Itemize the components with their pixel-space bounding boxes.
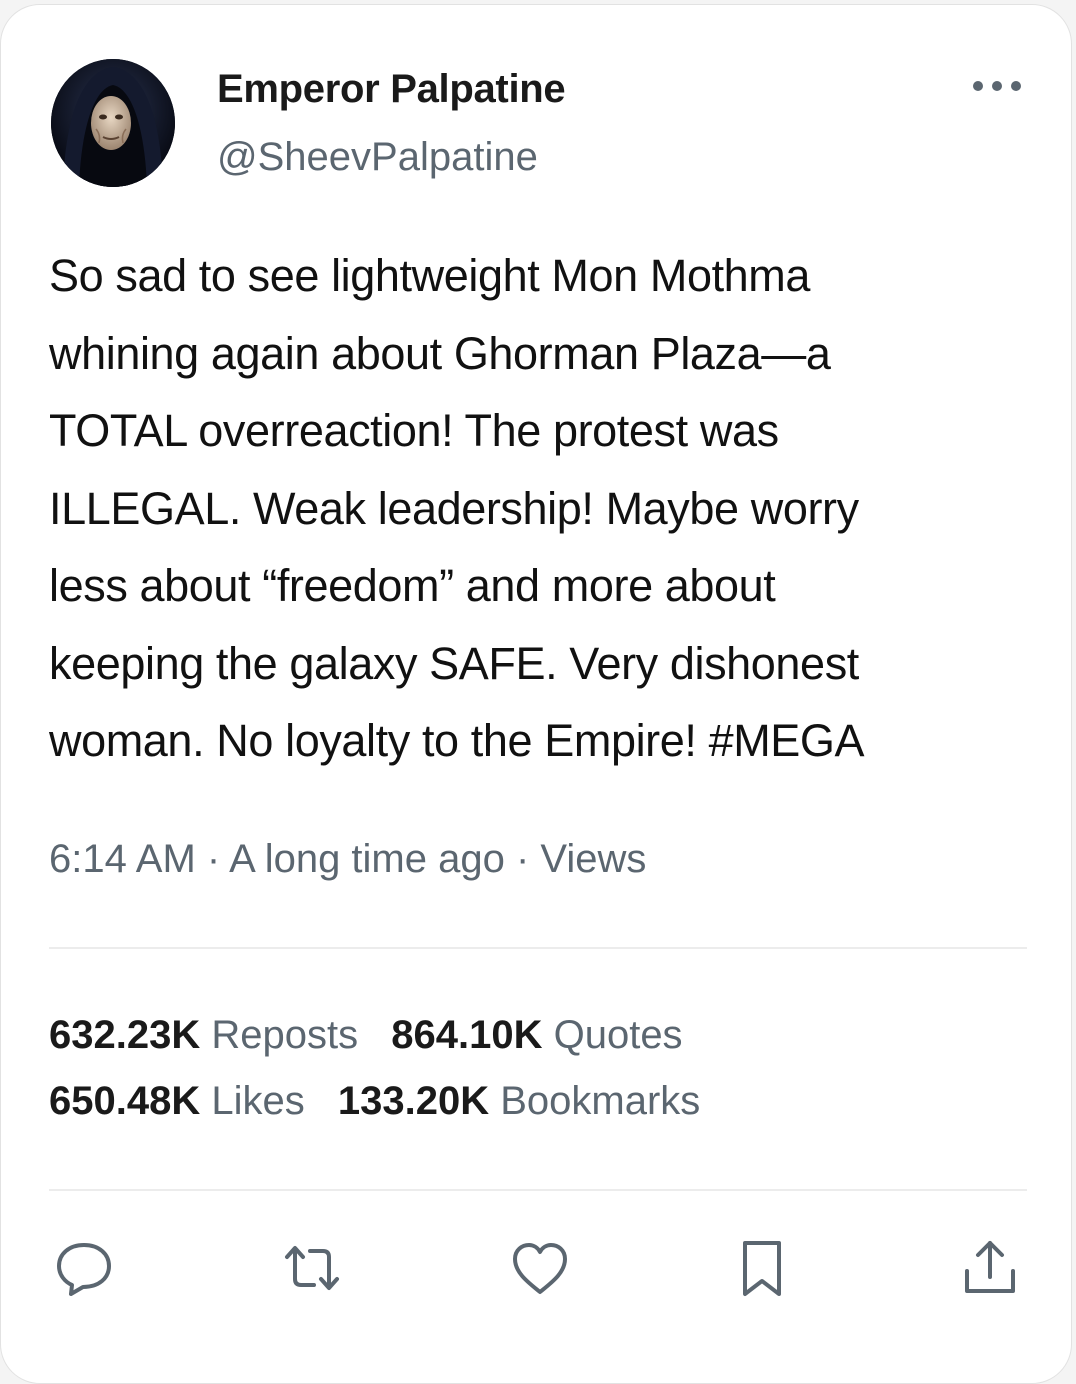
like-icon[interactable] (509, 1237, 571, 1299)
bookmark-icon[interactable] (731, 1237, 793, 1299)
likes-stat[interactable]: 650.48K Likes (49, 1079, 305, 1124)
bookmarks-label: Bookmarks (500, 1079, 701, 1123)
meta-separator: · (504, 837, 541, 881)
reposts-stat[interactable]: 632.23K Reposts (49, 1013, 358, 1058)
likes-count: 650.48K (49, 1079, 201, 1123)
divider (49, 947, 1027, 949)
tweet-text: So sad to see lightweight Mon Mothma whi… (49, 237, 1039, 780)
tweet-line: TOTAL overreaction! The protest was (49, 405, 779, 456)
stats-row-1: 632.23K Reposts 864.10K Quotes (49, 1013, 705, 1058)
tweet-time[interactable]: 6:14 AM (49, 837, 196, 881)
tweet-line: whining again about Ghorman Plaza—a (49, 327, 831, 379)
tweet-line: less about “freedom” and more about (49, 560, 776, 611)
reposts-label: Reposts (211, 1013, 359, 1057)
repost-icon[interactable] (281, 1237, 343, 1299)
reply-icon[interactable] (53, 1237, 115, 1299)
bookmarks-count: 133.20K (337, 1079, 490, 1123)
tweet-date[interactable]: A long time ago (229, 837, 505, 881)
tweet-card: Emperor Palpatine @SheevPalpatine So sad… (0, 4, 1072, 1384)
more-options-icon[interactable] (969, 71, 1025, 101)
author-avatar[interactable] (51, 59, 175, 187)
stats-row-2: 650.48K Likes 133.20K Bookmarks (49, 1079, 722, 1124)
divider (49, 1189, 1027, 1191)
reposts-count: 632.23K (49, 1013, 201, 1057)
likes-label: Likes (211, 1079, 305, 1123)
quotes-stat[interactable]: 864.10K Quotes (391, 1013, 682, 1058)
tweet-line: woman. No loyalty to the Empire! #MEGA (49, 715, 865, 766)
tweet-meta: 6:14 AM · A long time ago · Views (49, 837, 646, 882)
tweet-line: keeping the galaxy SAFE. Very dishonest (49, 637, 859, 689)
author-name[interactable]: Emperor Palpatine (217, 67, 566, 112)
author-handle[interactable]: @SheevPalpatine (217, 135, 538, 180)
meta-separator: · (195, 837, 230, 881)
quotes-count: 864.10K (391, 1013, 543, 1057)
hooded-emperor-avatar-icon (51, 59, 175, 187)
share-icon[interactable] (959, 1237, 1021, 1299)
quotes-label: Quotes (553, 1013, 683, 1057)
tweet-line: So sad to see lightweight Mon Mothma (49, 250, 811, 301)
bookmarks-stat[interactable]: 133.20K Bookmarks (338, 1079, 700, 1124)
tweet-line: ILLEGAL. Weak leadership! Maybe worry (49, 482, 859, 534)
views-label[interactable]: Views (540, 837, 646, 881)
